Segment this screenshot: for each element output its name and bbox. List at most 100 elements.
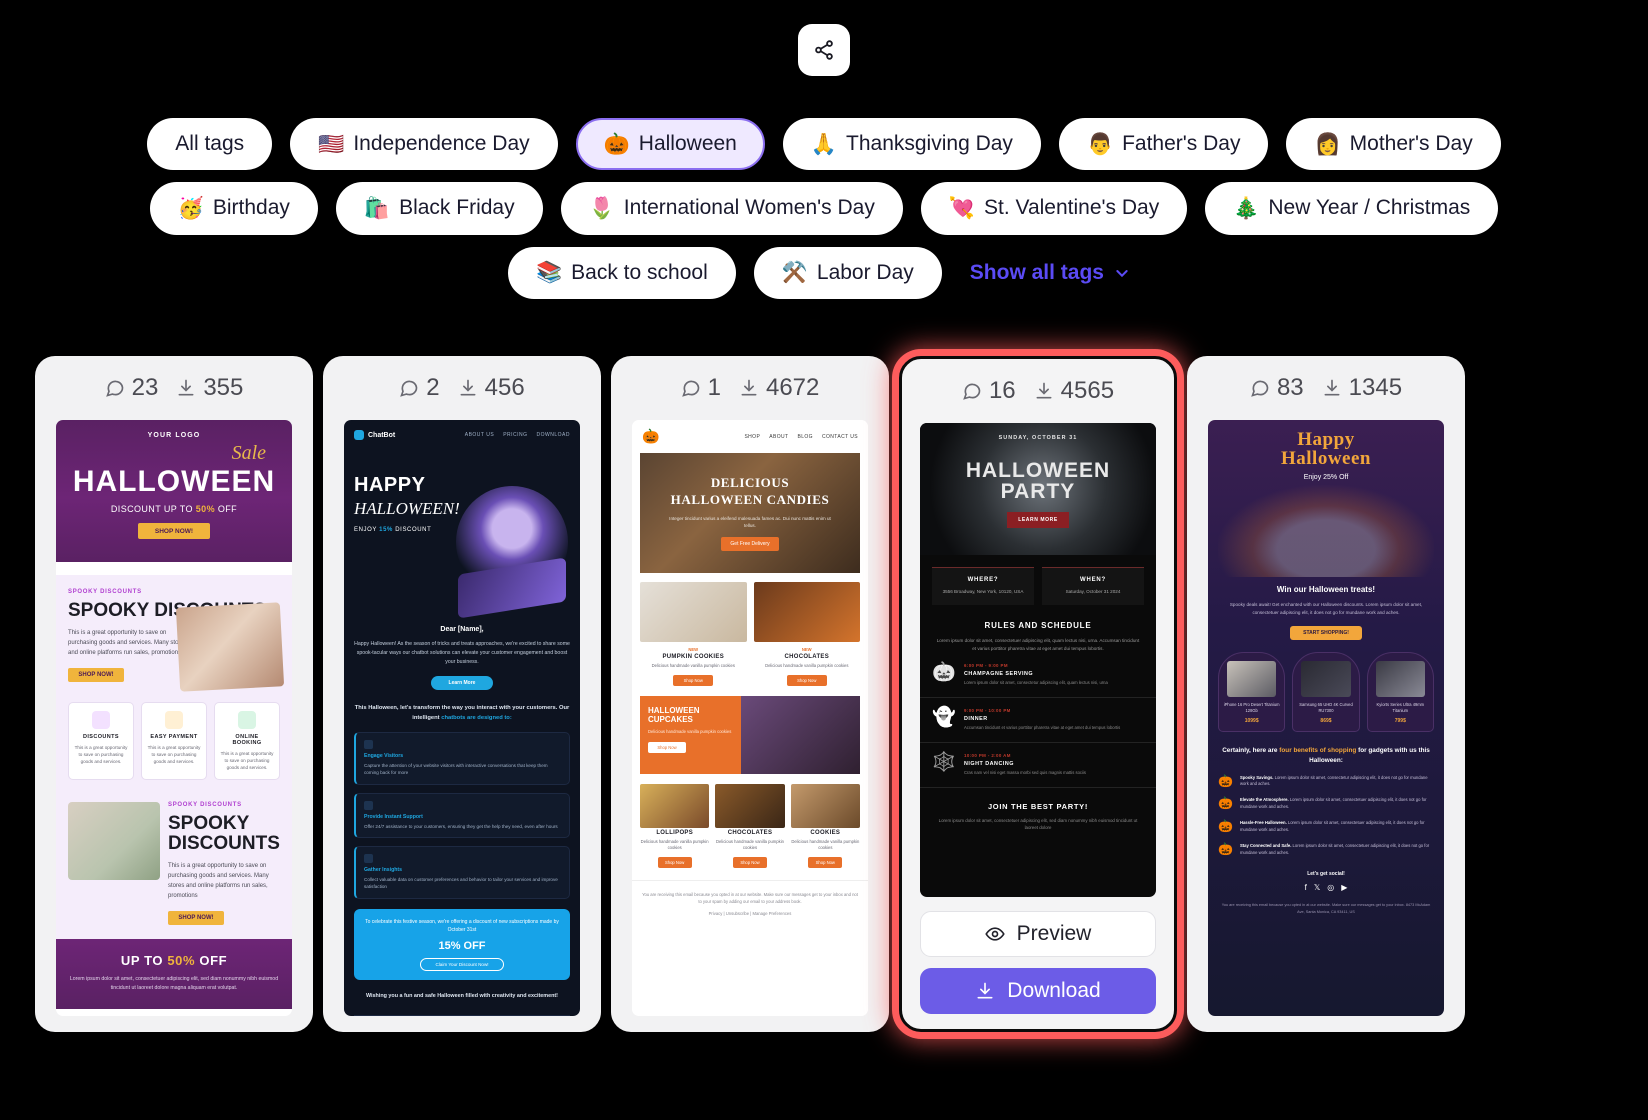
product-image: [790, 783, 860, 828]
feature-text: Capture the attention of your website vi…: [364, 762, 548, 776]
product-price: 869$: [1320, 718, 1332, 725]
tag-halloween[interactable]: 🎃 Halloween: [575, 118, 765, 171]
tag-birthday[interactable]: 🥳 Birthday: [149, 182, 318, 235]
heart-arrow-icon: 💘: [948, 196, 975, 220]
start-shopping-cta: START SHOPPING!: [1290, 626, 1362, 641]
enjoy-post: DISCOUNT: [392, 527, 432, 533]
tag-all-tags[interactable]: All tags: [147, 118, 273, 171]
schedule-item: 🕸️ 10:00 PM - 2:00 AM NIGHT DANCING Cras na…: [920, 743, 1156, 788]
template-thumbnail-2[interactable]: ChatBot ABOUT US PRICING DOWNLOAD HAPPY: [344, 420, 580, 1016]
tag-international-womens-day[interactable]: 🌷 International Women's Day: [560, 182, 903, 235]
tag-thanksgiving-day[interactable]: 🙏 Thanksgiving Day: [782, 118, 1041, 171]
wish-text: Wishing you a fun and safe Halloween fil…: [366, 992, 558, 999]
foot-em: 50%: [167, 952, 196, 968]
download-icon: [741, 379, 757, 396]
schedule-desc: Lorem ipsum dolor sit amet, consectetur …: [964, 679, 1108, 685]
download-count: 355: [176, 374, 243, 402]
tag-new-year-christmas[interactable]: 🎄 New Year / Christmas: [1205, 182, 1499, 235]
section-cta: SHOP NOW!: [68, 667, 124, 682]
hero-banner: DELICIOUS HALLOWEEN CANDIES Integer tinci…: [640, 453, 860, 573]
tag-st-valentines-day[interactable]: 💘 St. Valentine's Day: [920, 182, 1188, 235]
share-button[interactable]: [798, 24, 850, 76]
feature-card: EASY PAYMENT This is a great opportunity …: [141, 701, 207, 781]
section-photo-2: [68, 802, 160, 881]
template-thumbnail-3[interactable]: 🎃 SHOP ABOUT BLOG CONTACT US DELICIOUS HA…: [632, 420, 868, 1016]
promo-text: To celebrate this festive season, we're …: [365, 918, 559, 933]
spider-icon: 🕸️: [932, 751, 956, 773]
comment-icon: [1251, 380, 1269, 397]
characters-illustration: [1218, 485, 1434, 577]
hero-title-1: DELICIOUS: [710, 474, 790, 490]
tag-mothers-day[interactable]: 👩 Mother's Day: [1286, 118, 1501, 171]
facebook-icon[interactable]: f: [1305, 883, 1307, 892]
tag-labor-day[interactable]: ⚒️ Labor Day: [753, 246, 942, 299]
schedule-time: 9:00 PM - 10:00 PM: [964, 707, 1011, 713]
lead-text: This Halloween, let's transform the way …: [354, 704, 570, 724]
tag-label: St. Valentine's Day: [983, 196, 1160, 220]
nav-link: PRICING: [503, 432, 528, 438]
tag-black-friday[interactable]: 🛍️ Black Friday: [335, 182, 543, 235]
rules-title: RULES AND SCHEDULE: [984, 620, 1092, 630]
feature-title: Gather Insights: [364, 867, 403, 873]
event-date: SUNDAY, OCTOBER 31: [998, 435, 1078, 441]
feature-label: ONLINE BOOKING: [232, 733, 262, 746]
email-preview-candies: 🎃 SHOP ABOUT BLOG CONTACT US DELICIOUS HA…: [632, 420, 868, 1016]
youtube-icon[interactable]: ▶: [1341, 883, 1347, 892]
download-count-value: 355: [203, 374, 244, 401]
download-count: 1345: [1322, 374, 1402, 402]
where-box: WHERE? 3556 Broadway, New York, 10120, US…: [932, 567, 1034, 605]
tag-label: International Women's Day: [623, 196, 875, 220]
product-row-2: LOLLIPOPS Delicious handmade vanilla pump…: [632, 774, 868, 868]
tag-back-to-school[interactable]: 📚 Back to school: [508, 246, 736, 299]
feature-block: Gather Insights Collect valuable data on …: [354, 846, 570, 899]
band-text: HALLOWEEN CUPCAKES Delicious handmade va…: [640, 695, 742, 774]
email-body: ChatBot ABOUT US PRICING DOWNLOAD HAPPY: [344, 420, 580, 1016]
template-card-5[interactable]: 83 1345 Happy Halloween Enjoy 25% Off Win…: [1187, 356, 1465, 1032]
email-footer: ChatBot Company Pricing Download 100 Cen…: [354, 1014, 570, 1016]
product-desc: Delicious handmade vanilla pumpkin cooki…: [791, 838, 860, 851]
email-preview-halloween-sale: YOUR LOGO Sale HALLOWEEN DISCOUNT UP TO …: [56, 420, 292, 1016]
win-text: Spooky deals await! Get enchanted with o…: [1229, 602, 1423, 616]
x-icon[interactable]: 𝕏: [1314, 883, 1320, 892]
instagram-icon[interactable]: ◎: [1327, 883, 1334, 892]
schedule-time: 6:00 PM - 9:00 PM: [964, 662, 1008, 668]
comment-count-value: 2: [426, 374, 440, 401]
feature-icon: [364, 854, 373, 863]
product-item: LOLLIPOPS Delicious handmade vanilla pump…: [640, 783, 710, 868]
hero-sub: Integer tincidunt varius a eleifend male…: [669, 515, 831, 528]
tag-independence-day[interactable]: 🇺🇸 Independence Day: [290, 118, 558, 171]
preview-button[interactable]: Preview: [920, 911, 1156, 957]
template-card-1[interactable]: 23 355 YOUR LOGO Sale HALLOWEEN DISCOUNT…: [35, 356, 313, 1032]
schedule-name: CHAMPAGNE SERVING: [964, 670, 1034, 677]
template-card-2[interactable]: 2 456 ChatBot ABOUT US PRICING DOWNLOAD …: [323, 356, 601, 1032]
comment-count: 1: [681, 374, 721, 402]
tag-fathers-day[interactable]: 👨 Father's Day: [1058, 118, 1269, 171]
tag-filter-bar: All tags 🇺🇸 Independence Day 🎃 Halloween…: [0, 118, 1648, 299]
template-thumbnail-5[interactable]: Happy Halloween Enjoy 25% Off Win our Hal…: [1208, 420, 1444, 1016]
hero-headline: HALLOWEEN: [72, 465, 276, 498]
nav-link: ABOUT US: [464, 432, 495, 438]
download-count: 456: [458, 374, 525, 402]
template-thumbnail-1[interactable]: YOUR LOGO Sale HALLOWEEN DISCOUNT UP TO …: [56, 420, 292, 1016]
show-all-tags-button[interactable]: Show all tags: [960, 250, 1140, 296]
email-footer: You are receiving this email because you…: [632, 879, 868, 927]
hero-title: DELICIOUS HALLOWEEN CANDIES: [671, 475, 830, 509]
schedule-item: 🎃 6:00 PM - 9:00 PM CHAMPAGNE SERVING Lorem…: [920, 653, 1156, 698]
hero-title: HALLOWEEN PARTY: [966, 459, 1110, 503]
download-button[interactable]: Download: [920, 968, 1156, 1014]
footer-headline: UP TO 50% OFF: [68, 953, 280, 968]
template-card-3-wrap: 1 4672 🎃 SHOP ABOUT BLOG CONTACT US DELI…: [611, 356, 889, 1032]
nav-links: ABOUT US PRICING DOWNLOAD: [465, 432, 570, 438]
benefit-text: Elevate the Atmosphere. Lorem ipsum dolo…: [1240, 797, 1434, 811]
template-thumbnail-4[interactable]: SUNDAY, OCTOBER 31 HALLOWEEN PARTY LEARN …: [920, 423, 1156, 897]
comment-count: 23: [105, 374, 158, 402]
product-row-1: NEW PUMPKIN COOKIES Delicious handmade van…: [632, 573, 868, 686]
template-card-4-selected[interactable]: 16 4565 SUNDAY, OCTOBER 31 HALLOWEEN PART…: [899, 356, 1177, 1032]
schedule-desc: Accumsan tincidunt et varius porttitor p…: [964, 724, 1121, 730]
chevron-down-icon: [1116, 269, 1128, 277]
join-block: JOIN THE BEST PARTY! Lorem ipsum dolor s…: [920, 788, 1156, 848]
tag-label: Back to school: [571, 260, 708, 284]
product-name: CHOCOLATES: [727, 829, 773, 836]
download-count-value: 1345: [1348, 374, 1403, 401]
template-card-3[interactable]: 1 4672 🎃 SHOP ABOUT BLOG CONTACT US DELI…: [611, 356, 889, 1032]
